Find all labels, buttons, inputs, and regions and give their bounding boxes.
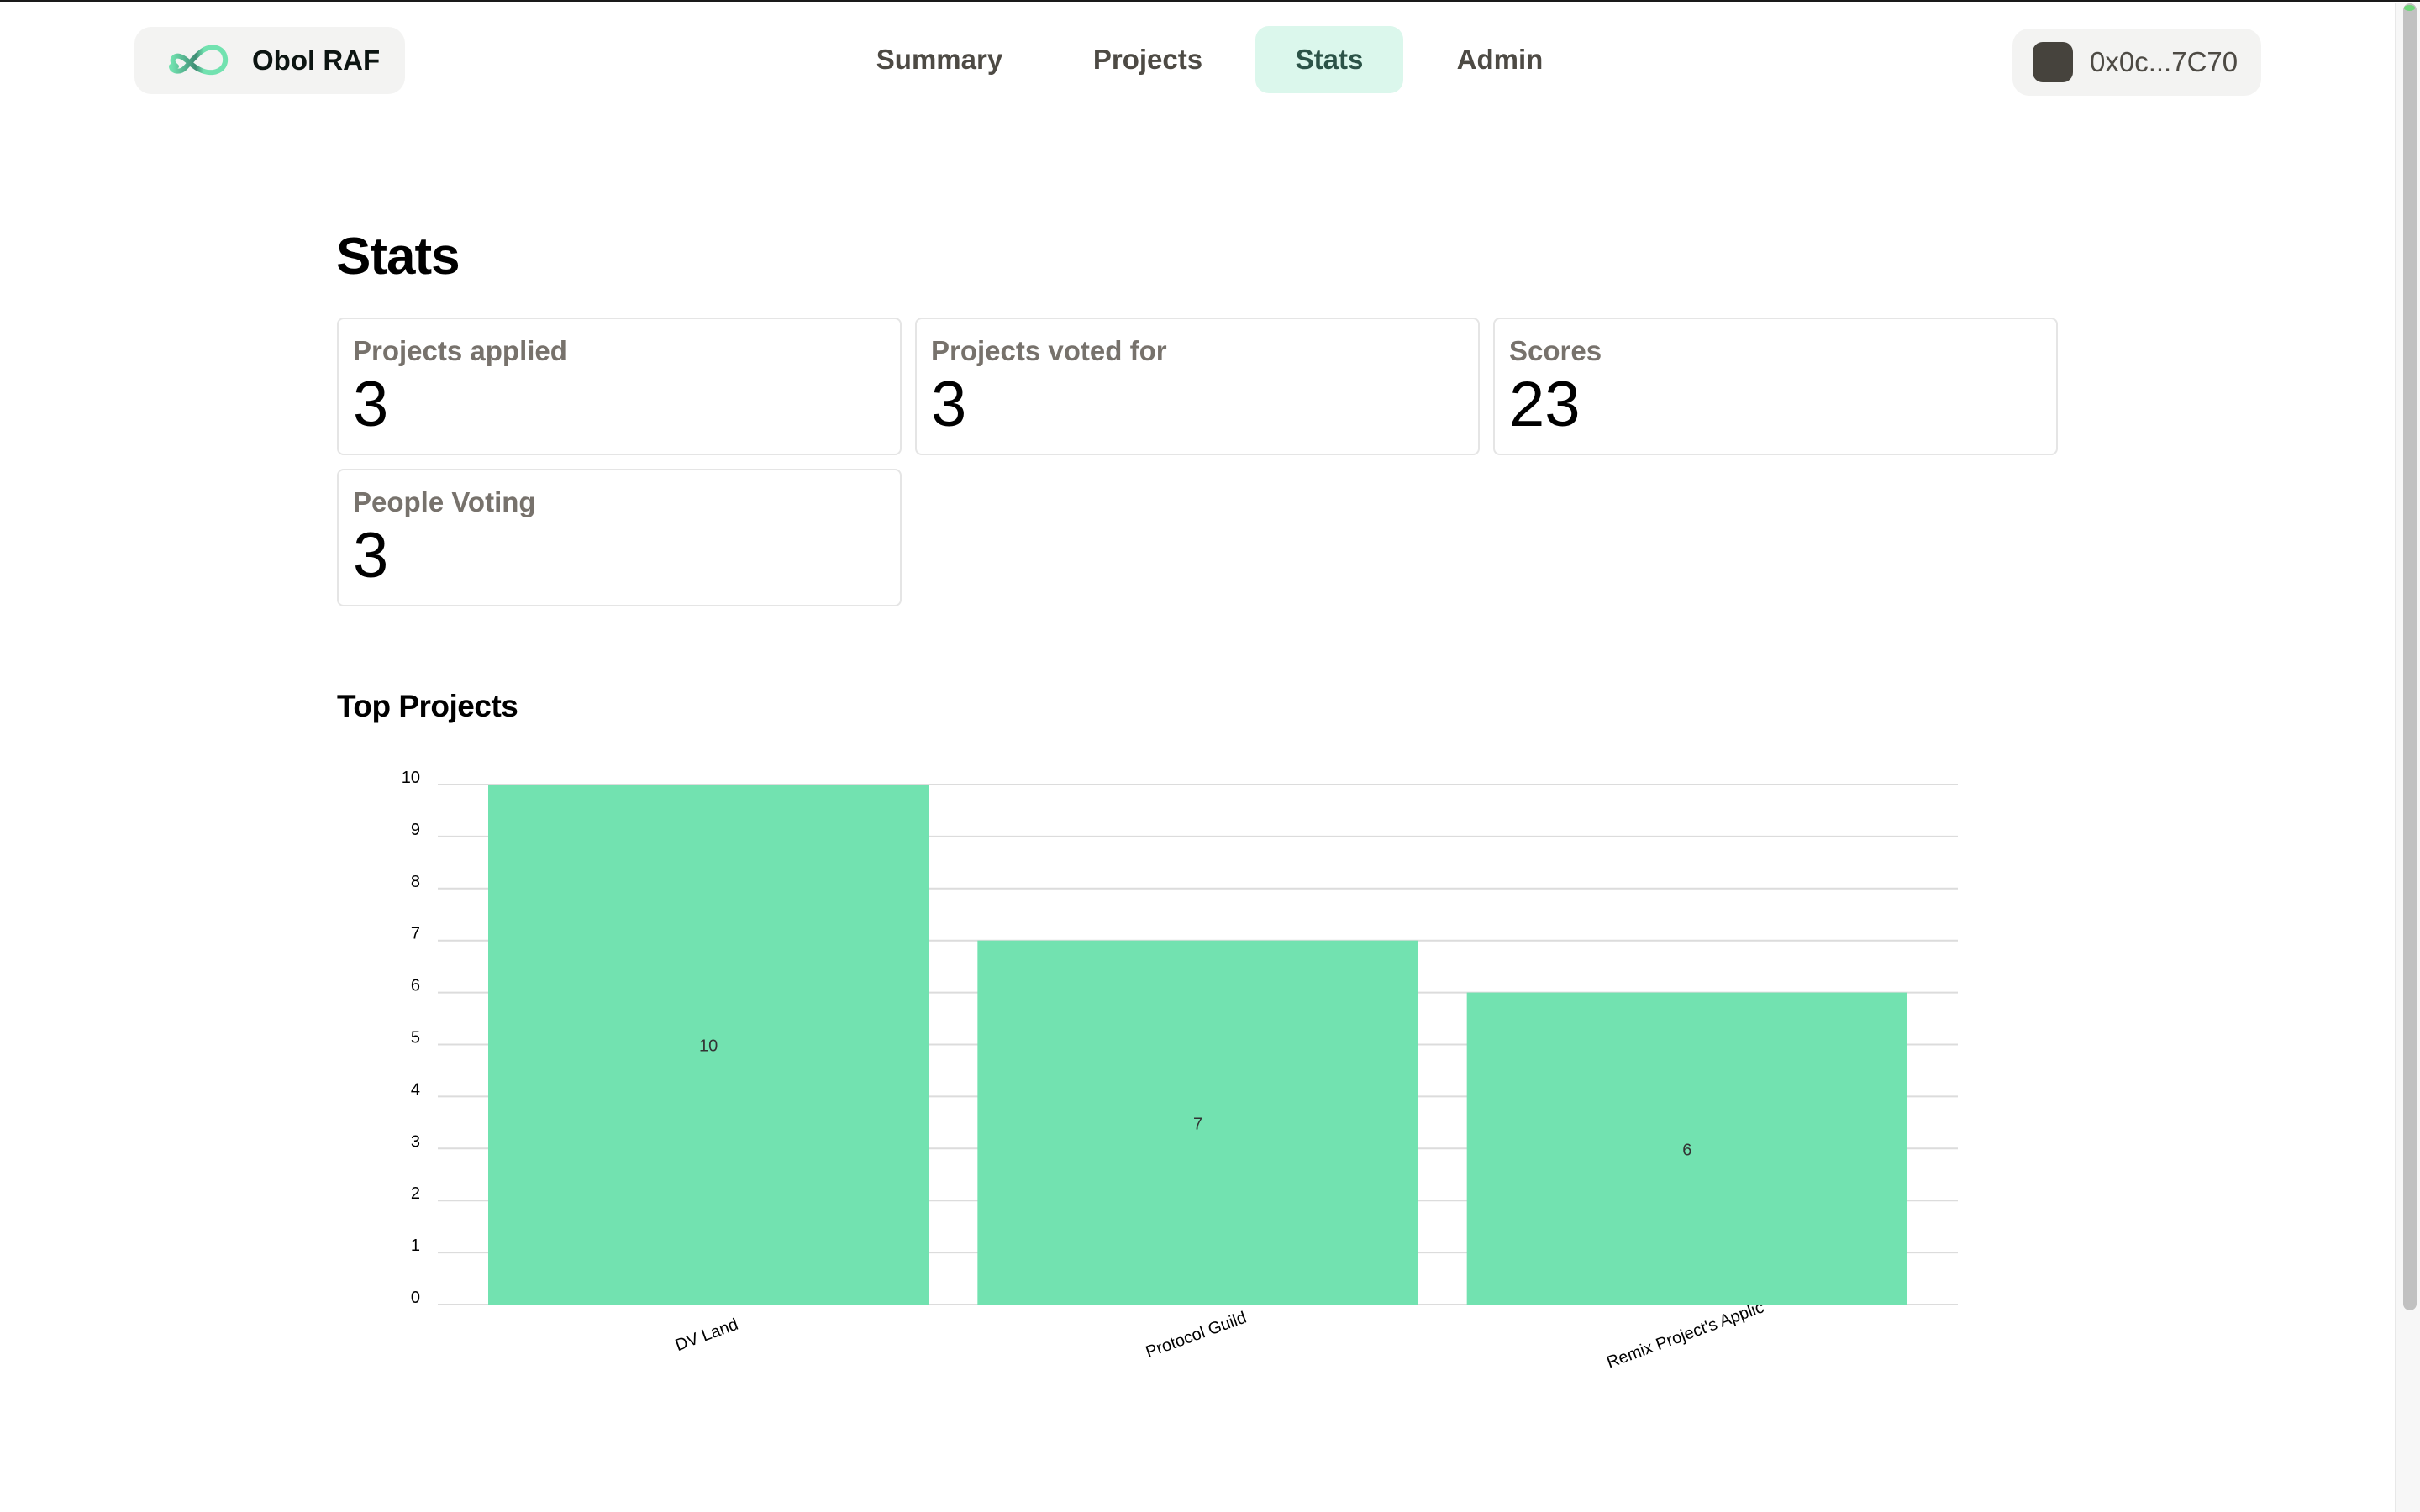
page-title: Stats [336, 228, 460, 286]
bars [488, 785, 1907, 1305]
wallet-address: 0x0c...7C70 [2090, 46, 2238, 77]
app-name: Obol RAF [252, 45, 381, 76]
stat-label: Projects applied [353, 335, 567, 366]
bar-value-label: 6 [1682, 1141, 1691, 1159]
nav-tab-stats[interactable]: Stats [1255, 26, 1403, 93]
y-tick-label: 4 [411, 1080, 420, 1099]
infinity-logo-icon [169, 45, 229, 76]
scrollbar-indicator-dot [2404, 5, 2415, 11]
section-title-top-projects: Top Projects [337, 689, 518, 723]
y-tick-label: 10 [402, 769, 420, 787]
bar [1466, 992, 1907, 1305]
y-tick-label: 3 [411, 1132, 420, 1151]
x-tick-label: Protocol Guild [1144, 1309, 1249, 1362]
x-tick-label: Remix Project's Applic [1604, 1298, 1766, 1372]
bar [488, 785, 929, 1305]
scrollbar-thumb[interactable] [2403, 3, 2417, 1310]
y-tick-label: 5 [411, 1029, 420, 1047]
y-axis-ticks: 0 1 2 3 4 5 6 7 8 9 10 [402, 769, 420, 1307]
page-scrollbar[interactable] [2395, 3, 2420, 1512]
gridlines [438, 784, 1958, 1305]
x-tick-label: DV Land [673, 1315, 741, 1355]
wallet-button[interactable]: 0x0c...7C70 [2012, 29, 2261, 96]
y-tick-label: 2 [411, 1184, 420, 1203]
stat-value: 3 [353, 369, 389, 440]
stat-label: People Voting [353, 486, 536, 517]
y-tick-label: 6 [411, 977, 420, 995]
stats-page: Obol RAF Summary Projects Stats Admin 0x… [0, 0, 2420, 1512]
stat-value: 23 [1509, 369, 1581, 440]
main-nav: Summary Projects Stats Admin [849, 25, 1597, 94]
bar-value-label: 10 [699, 1037, 718, 1056]
y-tick-label: 9 [411, 821, 420, 839]
wallet-avatar [2033, 42, 2073, 82]
stat-card-people-voting: People Voting 3 [337, 469, 902, 606]
stat-card-scores: Scores 23 [1493, 318, 2058, 455]
home-logo-link[interactable]: Obol RAF [134, 27, 405, 94]
stat-label: Scores [1509, 335, 1602, 366]
stat-label: Projects voted for [931, 335, 1167, 366]
bar-value-label: 7 [1193, 1115, 1202, 1133]
nav-tab-projects[interactable]: Projects [1040, 26, 1255, 93]
y-tick-label: 1 [411, 1236, 420, 1255]
bar [977, 940, 1418, 1305]
y-tick-label: 0 [411, 1289, 420, 1307]
y-tick-label: 7 [411, 925, 420, 943]
stat-value: 3 [931, 369, 967, 440]
x-axis-labels: DV Land Protocol Guild Remix Project's App… [673, 1298, 1766, 1372]
stat-value: 3 [353, 520, 389, 591]
stat-card-projects-applied: Projects applied 3 [337, 318, 902, 455]
nav-tab-summary[interactable]: Summary [849, 26, 1030, 93]
y-tick-label: 8 [411, 873, 420, 891]
data-labels: 10 7 6 [699, 1037, 1691, 1160]
nav-tab-admin[interactable]: Admin [1403, 26, 1597, 93]
stat-card-projects-voted-for: Projects voted for 3 [915, 318, 1480, 455]
